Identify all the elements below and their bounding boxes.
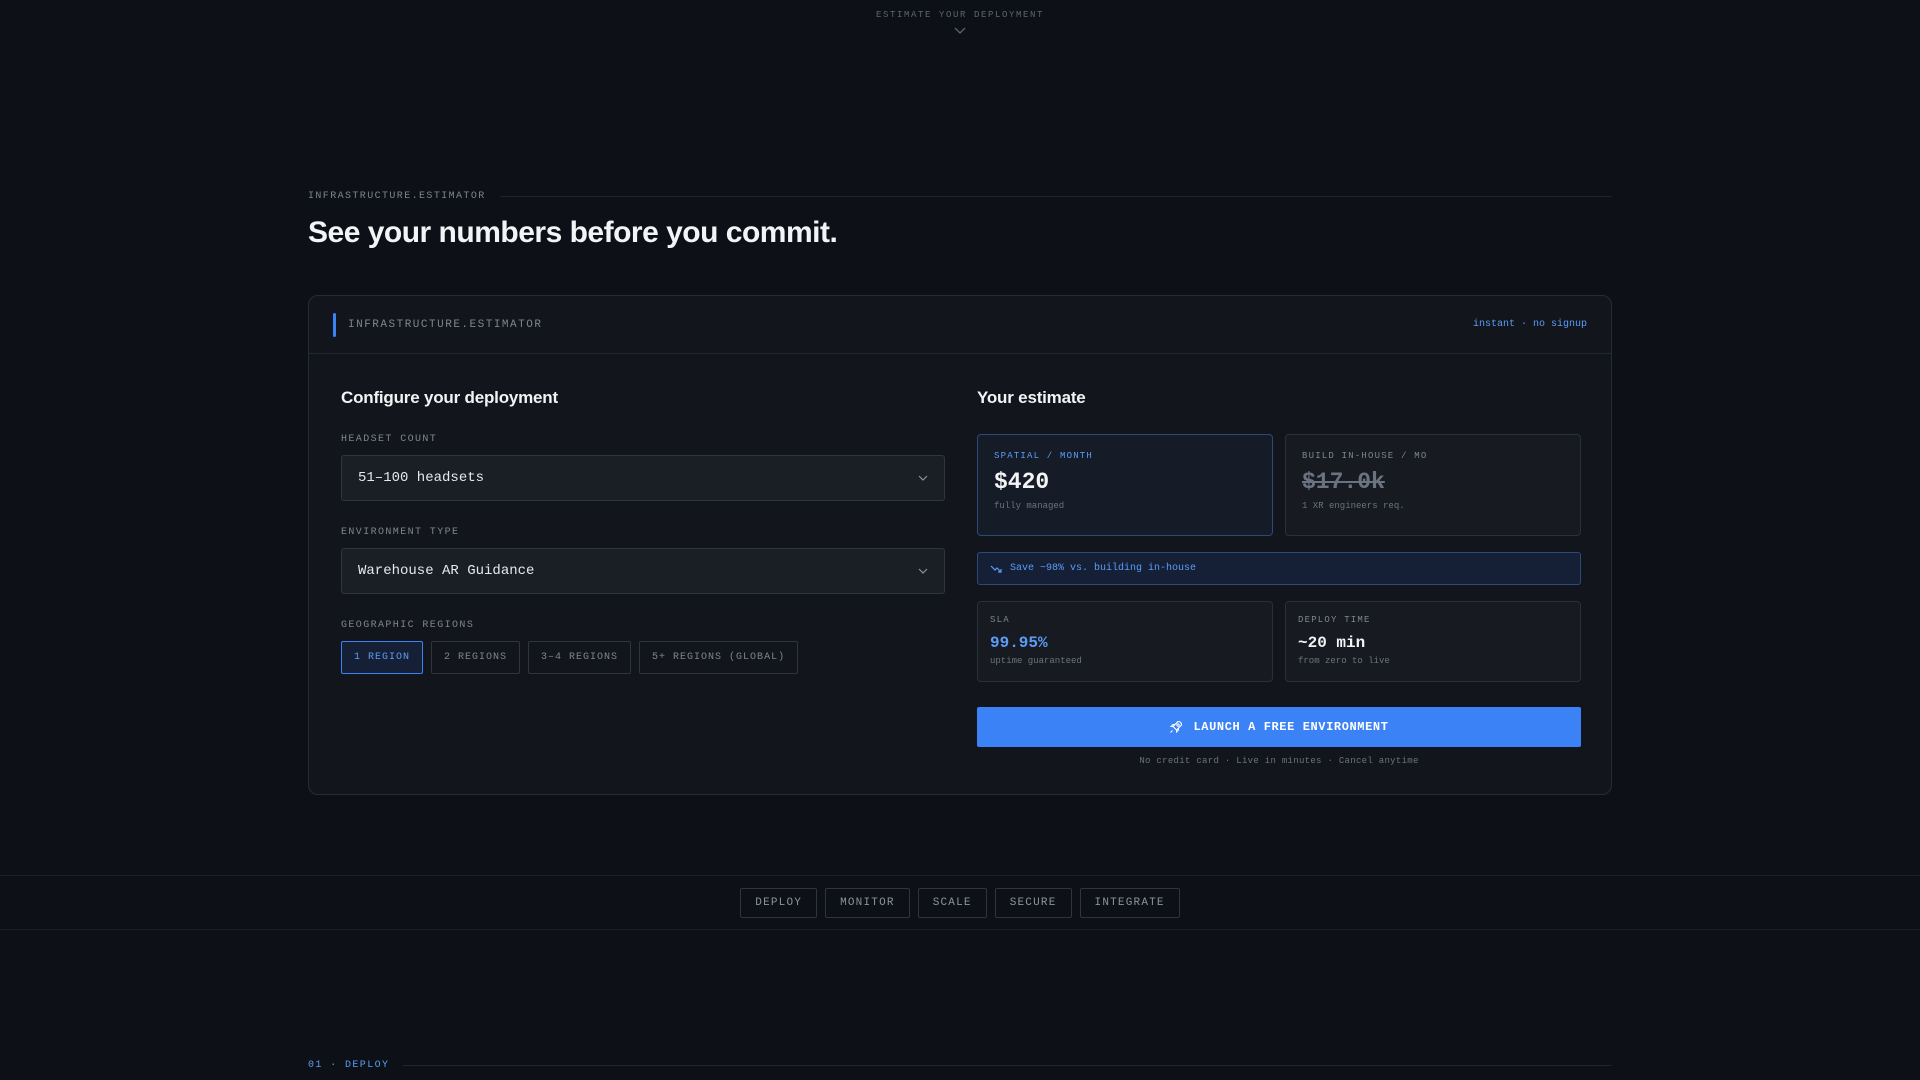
sla-value: 99.95%: [990, 634, 1048, 652]
inhouse-cost-label: BUILD IN-HOUSE / MO: [1302, 451, 1428, 461]
launch-environment-label: LAUNCH A FREE ENVIRONMENT: [1193, 720, 1389, 734]
deploy-time-value: ~20 min: [1298, 634, 1366, 652]
savings-banner: Save ~98% vs. building in-house: [977, 552, 1581, 585]
headset-count-select[interactable]: 51–100 headsets: [341, 455, 945, 501]
scroll-hint[interactable]: ESTIMATE YOUR DEPLOYMENT: [0, 10, 1920, 36]
estimator-section: INFRASTRUCTURE.ESTIMATOR See your number…: [308, 191, 1612, 250]
inhouse-cost-sub: 1 XR engineers req.: [1302, 501, 1405, 511]
nav-deploy[interactable]: DEPLOY: [740, 887, 818, 918]
chevron-down-icon: [918, 475, 928, 481]
feature-nav: DEPLOY MONITOR SCALE SECURE INTEGRATE: [0, 875, 1920, 930]
card-header: INFRASTRUCTURE.ESTIMATOR instant · no si…: [309, 296, 1611, 354]
region-option-1[interactable]: 1 REGION: [341, 641, 424, 674]
configure-title: Configure your deployment: [341, 388, 558, 407]
estimator-card: INFRASTRUCTURE.ESTIMATOR instant · no si…: [308, 295, 1612, 795]
sla-tile: SLA 99.95% uptime guaranteed: [977, 601, 1273, 682]
nav-monitor[interactable]: MONITOR: [825, 887, 910, 918]
headset-count-value: 51–100 headsets: [358, 470, 485, 486]
inhouse-cost-tile: BUILD IN-HOUSE / MO $17.0k 1 XR engineer…: [1285, 434, 1581, 536]
deploy-section-heading: 01 · DEPLOY: [308, 1060, 1612, 1071]
accent-bar: [333, 312, 336, 337]
deploy-time-label: DEPLOY TIME: [1298, 615, 1371, 625]
spatial-cost-label: SPATIAL / MONTH: [994, 451, 1094, 461]
headset-count-label: HEADSET COUNT: [341, 434, 438, 445]
region-option-global[interactable]: 5+ REGIONS (GLOBAL): [639, 641, 799, 674]
nav-scale[interactable]: SCALE: [917, 887, 987, 918]
regions-label: GEOGRAPHIC REGIONS: [341, 620, 475, 631]
region-option-3-4[interactable]: 3–4 REGIONS: [528, 641, 632, 674]
nav-secure[interactable]: SECURE: [994, 887, 1072, 918]
section-eyebrow: INFRASTRUCTURE.ESTIMATOR: [308, 191, 486, 202]
divider: [403, 1065, 1612, 1066]
trending-down-icon: [990, 565, 1002, 573]
region-options: 1 REGION 2 REGIONS 3–4 REGIONS 5+ REGION…: [341, 641, 945, 674]
savings-text: Save ~98% vs. building in-house: [1010, 563, 1197, 574]
spatial-cost-tile: SPATIAL / MONTH $420 fully managed: [977, 434, 1273, 536]
estimate-title: Your estimate: [977, 388, 1086, 407]
sla-sub: uptime guaranteed: [990, 656, 1082, 666]
environment-type-value: Warehouse AR Guidance: [358, 563, 535, 579]
sla-label: SLA: [990, 615, 1010, 625]
cta-note: No credit card · Live in minutes · Cance…: [1139, 756, 1419, 766]
chevron-down-icon: [918, 568, 928, 574]
deploy-time-sub: from zero to live: [1298, 656, 1390, 666]
chevron-down-icon: [954, 27, 966, 34]
deploy-section-eyebrow: 01 · DEPLOY: [308, 1060, 390, 1071]
rocket-icon: [1170, 720, 1183, 734]
card-header-tagline: instant · no signup: [1472, 319, 1587, 330]
nav-integrate[interactable]: INTEGRATE: [1079, 887, 1180, 918]
environment-type-select[interactable]: Warehouse AR Guidance: [341, 548, 945, 594]
configure-panel: Configure your deployment HEADSET COUNT …: [341, 388, 945, 674]
launch-environment-button[interactable]: LAUNCH A FREE ENVIRONMENT: [977, 707, 1581, 747]
card-header-label: INFRASTRUCTURE.ESTIMATOR: [348, 318, 543, 331]
estimate-panel: Your estimate SPATIAL / MONTH $420 fully…: [977, 388, 1581, 766]
deploy-time-tile: DEPLOY TIME ~20 min from zero to live: [1285, 601, 1581, 682]
page-title: See your numbers before you commit.: [308, 216, 838, 249]
scroll-hint-label: ESTIMATE YOUR DEPLOYMENT: [875, 10, 1045, 20]
environment-type-label: ENVIRONMENT TYPE: [341, 527, 460, 538]
region-option-2[interactable]: 2 REGIONS: [431, 641, 521, 674]
spatial-cost-value: $420: [994, 469, 1050, 495]
spatial-cost-sub: fully managed: [994, 501, 1065, 511]
divider: [499, 196, 1612, 197]
inhouse-cost-value: $17.0k: [1302, 469, 1385, 495]
